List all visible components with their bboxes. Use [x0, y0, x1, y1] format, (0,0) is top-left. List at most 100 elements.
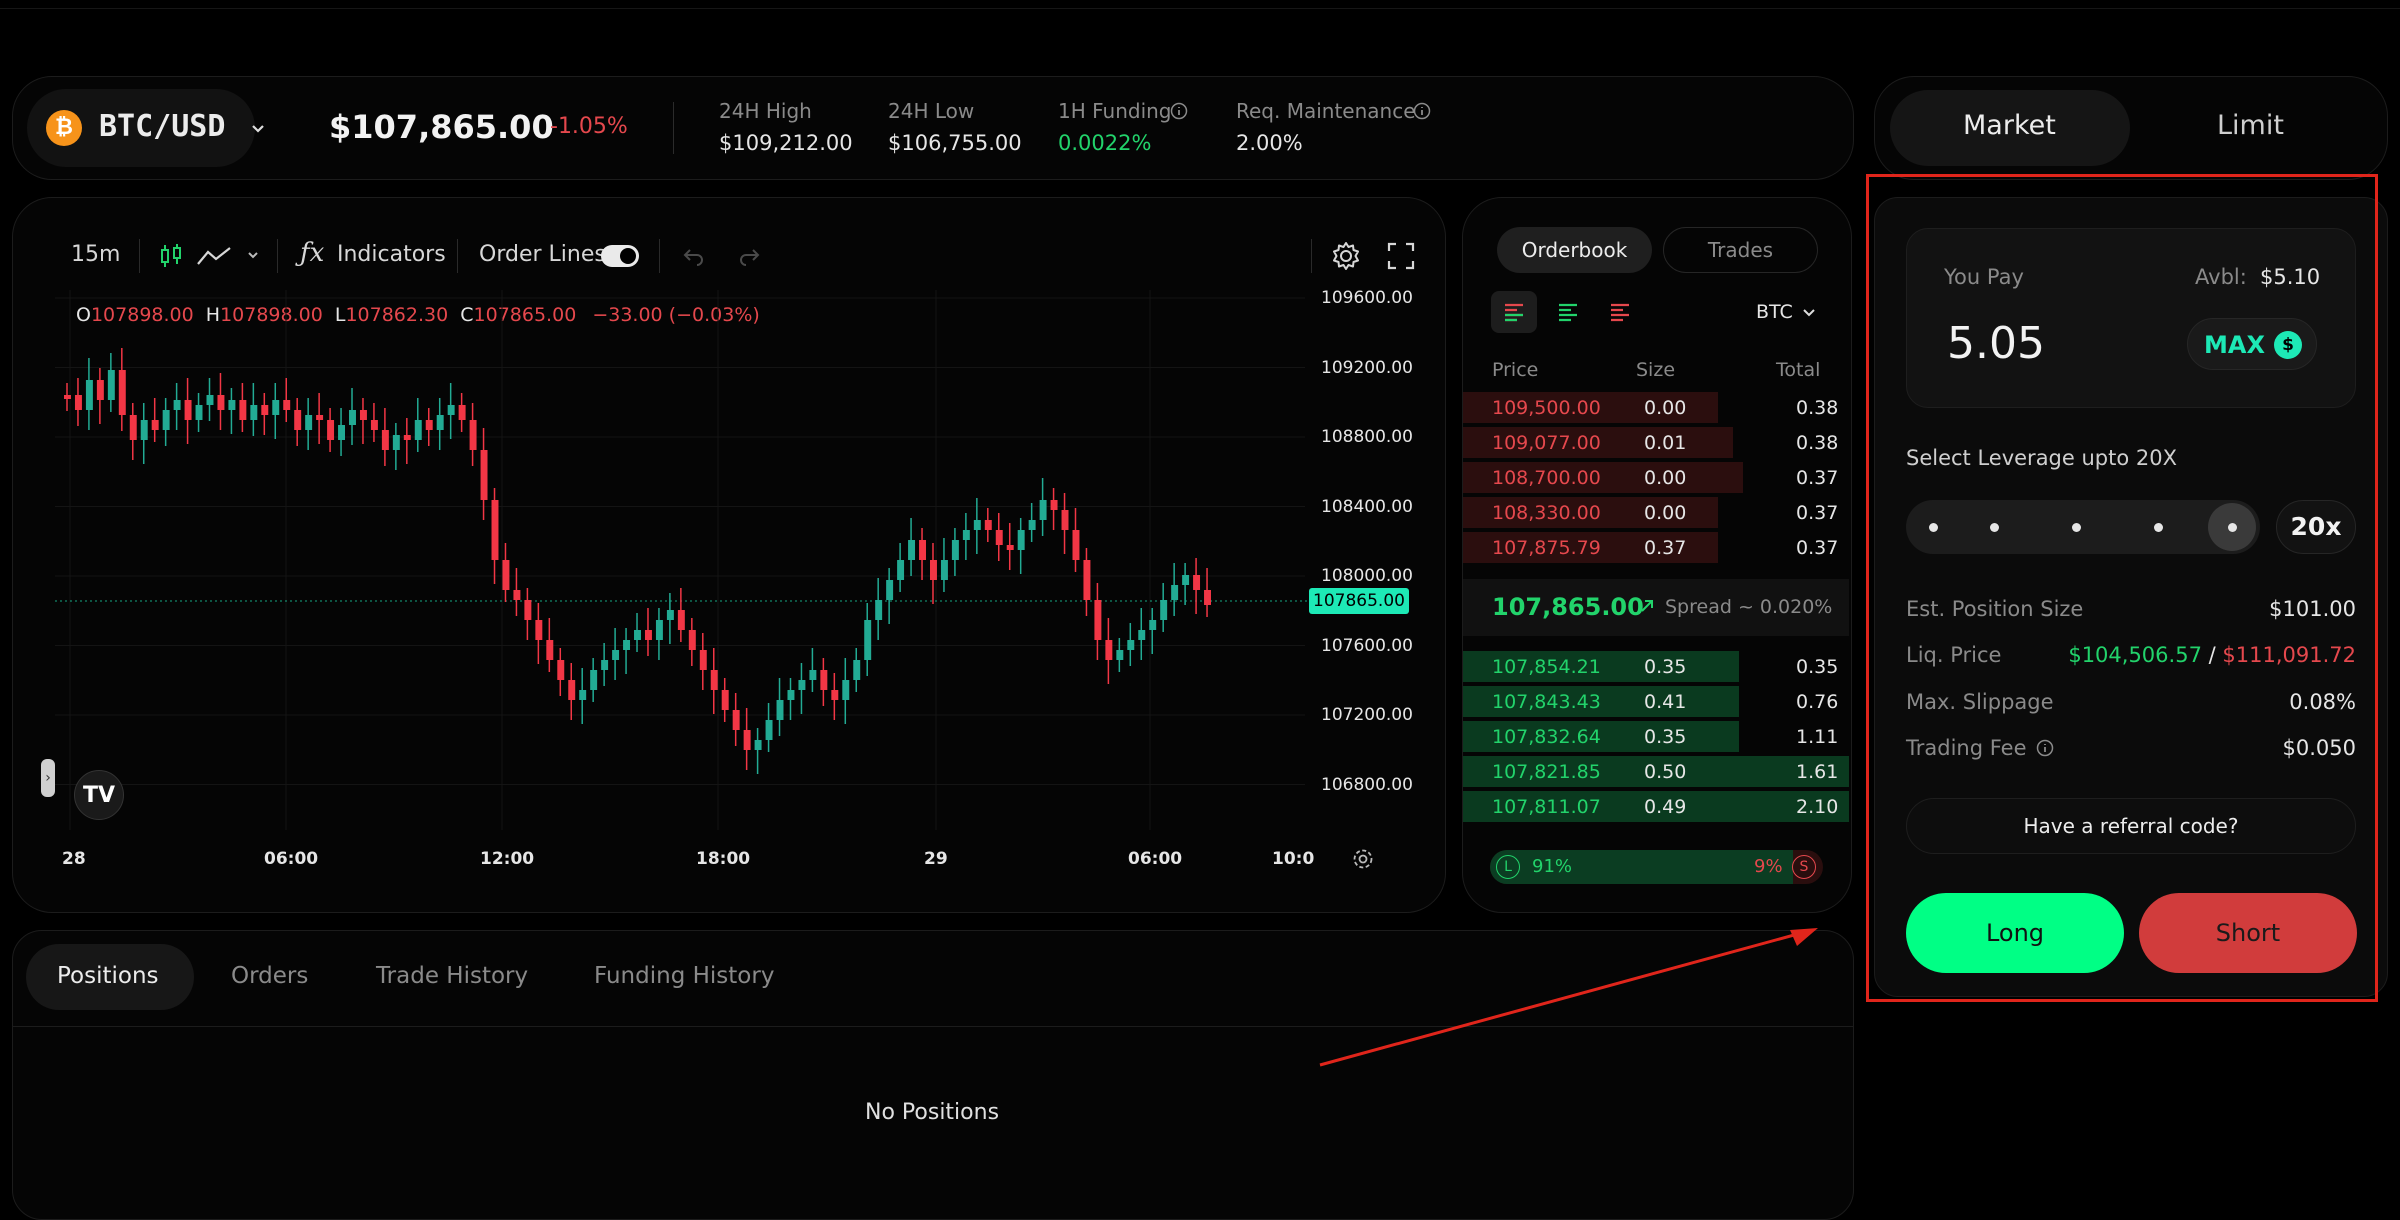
row-price: 108,700.00: [1492, 467, 1601, 489]
ask-row[interactable]: 107,875.79 0.37 0.37: [1463, 531, 1849, 564]
candle: [962, 530, 970, 540]
candle: [502, 560, 510, 590]
row-size: 0.41: [1644, 691, 1687, 713]
candle: [381, 430, 389, 450]
candle: [436, 415, 444, 430]
candle: [897, 560, 905, 580]
candle: [327, 420, 335, 440]
candle: [688, 630, 696, 650]
bids-only-icon[interactable]: [1557, 302, 1579, 322]
candle: [491, 500, 499, 560]
col-price: Price: [1492, 359, 1539, 381]
chevron-down-icon[interactable]: [1801, 304, 1817, 320]
candle: [349, 410, 356, 425]
row-total: 1.11: [1796, 726, 1839, 748]
tab-trades[interactable]: Trades: [1663, 227, 1818, 273]
candle: [634, 630, 641, 640]
row-size: 0.37: [1644, 537, 1687, 559]
candle: [929, 560, 937, 580]
ask-row[interactable]: 108,700.00 0.00 0.37: [1463, 461, 1849, 494]
candle: [590, 670, 598, 690]
candle: [787, 690, 795, 700]
view-both-button[interactable]: [1491, 291, 1537, 333]
candle: [919, 540, 926, 560]
candle: [995, 530, 1003, 545]
price-tick-label: 108400.00: [1321, 496, 1413, 517]
candle: [853, 660, 861, 680]
bid-row[interactable]: 107,832.64 0.35 1.11: [1463, 720, 1849, 753]
tab-trade-history[interactable]: Trade History: [376, 963, 528, 989]
candle: [908, 540, 916, 560]
time-tick-label: 28: [62, 849, 86, 869]
candle: [261, 405, 269, 415]
short-pct: 9%: [1754, 856, 1783, 877]
sidebar-expand-handle[interactable]: ›: [41, 759, 55, 797]
candle: [64, 395, 71, 399]
candle: [151, 420, 159, 430]
asset-selector[interactable]: BTC: [1756, 301, 1793, 323]
long-badge: L: [1496, 855, 1520, 879]
candle: [217, 395, 225, 410]
time-tick-label: 06:00: [1128, 849, 1183, 869]
tab-limit[interactable]: Limit: [2217, 110, 2284, 141]
tab-market-label: Market: [1963, 110, 2056, 141]
asks-only-icon[interactable]: [1609, 302, 1631, 322]
candle: [162, 410, 170, 430]
candle: [699, 650, 707, 670]
candle: [1061, 510, 1069, 530]
row-total: 0.37: [1796, 467, 1839, 489]
candle: [85, 380, 93, 410]
row-size: 0.49: [1644, 796, 1687, 818]
time-tick-label: 06:00: [264, 849, 319, 869]
both-sides-icon: [1505, 303, 1523, 322]
ask-row[interactable]: 109,500.00 0.00 0.38: [1463, 391, 1849, 424]
candlestick-chart[interactable]: [0, 0, 1446, 913]
candle: [1028, 520, 1036, 530]
candle: [129, 415, 137, 440]
price-tick-label: 108800.00: [1321, 427, 1413, 447]
candle: [557, 660, 565, 680]
row-size: 0.00: [1644, 467, 1687, 489]
bid-row[interactable]: 107,811.07 0.49 2.10: [1463, 790, 1849, 823]
candle: [480, 450, 488, 500]
current-price-tag: 107865.00: [1309, 588, 1409, 614]
candle: [798, 680, 806, 690]
row-total: 2.10: [1796, 796, 1839, 818]
row-size: 0.50: [1644, 761, 1687, 783]
candle: [1039, 500, 1047, 520]
row-size: 0.35: [1644, 726, 1687, 748]
ask-row[interactable]: 109,077.00 0.01 0.38: [1463, 426, 1849, 459]
bid-row[interactable]: 107,821.85 0.50 1.61: [1463, 755, 1849, 788]
candle: [1204, 590, 1211, 605]
candle: [316, 415, 324, 420]
candle: [875, 600, 883, 620]
candle: [546, 640, 554, 660]
bid-row[interactable]: 107,854.21 0.35 0.35: [1463, 650, 1849, 683]
tab-positions-label: Positions: [57, 963, 159, 989]
row-price: 107,821.85: [1492, 761, 1601, 783]
tab-orderbook[interactable]: Orderbook: [1497, 227, 1652, 273]
row-price: 107,843.43: [1492, 691, 1601, 713]
candle: [118, 370, 126, 415]
row-price: 107,811.07: [1492, 796, 1601, 818]
candle: [414, 420, 422, 440]
tab-orders[interactable]: Orders: [231, 963, 308, 989]
candle: [1116, 650, 1124, 660]
tradingview-logo[interactable]: TV: [74, 770, 124, 820]
bid-row[interactable]: 107,843.43 0.41 0.76: [1463, 685, 1849, 718]
candle: [447, 405, 455, 415]
settings-icon[interactable]: [1352, 848, 1374, 870]
candle: [644, 630, 652, 640]
tab-funding-history[interactable]: Funding History: [594, 963, 774, 989]
row-size: 0.00: [1644, 502, 1687, 524]
candle: [425, 420, 433, 430]
row-size: 0.00: [1644, 397, 1687, 419]
time-tick-label: 12:00: [480, 849, 535, 869]
price-tick-label: 107200.00: [1321, 705, 1413, 725]
candle: [886, 580, 894, 600]
candle: [283, 400, 291, 410]
time-tick-label: 29: [924, 849, 948, 869]
empty-state: No Positions: [865, 1100, 1000, 1125]
ask-row[interactable]: 108,330.00 0.00 0.37: [1463, 496, 1849, 529]
candle: [951, 540, 959, 560]
